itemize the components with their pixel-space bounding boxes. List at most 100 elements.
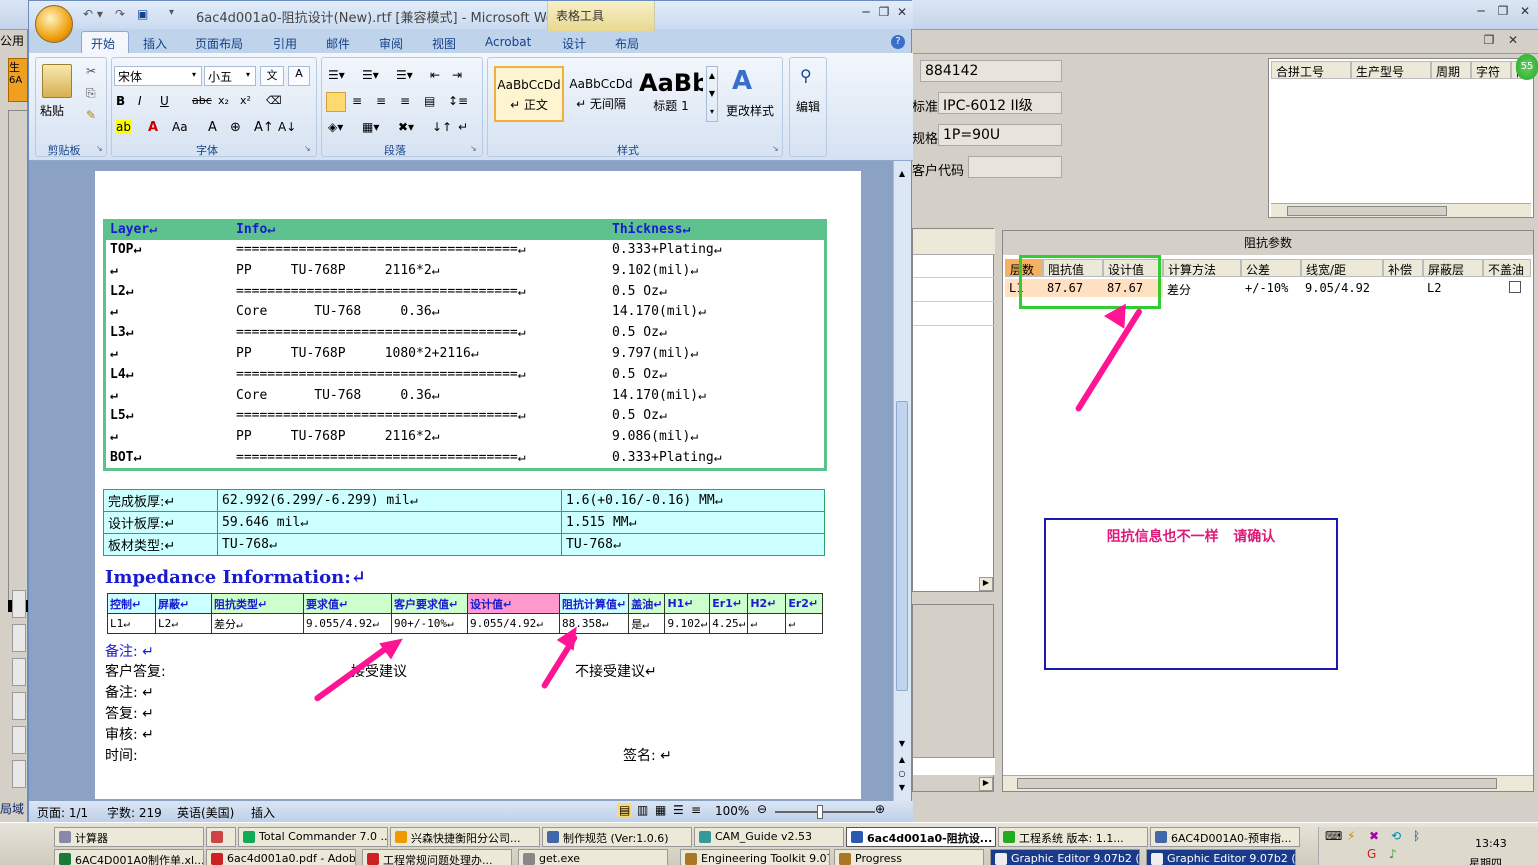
merge-grid-header[interactable]: 生产型号 (1351, 61, 1431, 79)
imp-cell-shield[interactable]: L2 (1423, 279, 1483, 297)
network-icon[interactable]: ⚡ (1347, 829, 1355, 843)
bg-vtab-4[interactable] (12, 692, 26, 720)
font-name-select[interactable]: 宋体 (114, 66, 202, 86)
align-left-icon[interactable] (326, 92, 346, 112)
style-no-spacing[interactable]: AaBbCcDd ↵ 无间隔 (566, 66, 636, 122)
imp-grid-scroll-thumb[interactable] (1017, 778, 1497, 789)
close-icon[interactable]: ✕ (891, 5, 913, 19)
web-layout-icon[interactable]: ▦ (655, 803, 666, 817)
prev-page-icon[interactable]: ▲ (896, 755, 908, 767)
taskbar-item[interactable] (206, 827, 236, 847)
field-customer-code[interactable] (968, 156, 1062, 178)
draft-view-icon[interactable]: ≡ (691, 803, 701, 817)
align-center-icon[interactable]: ≡ (352, 94, 362, 108)
clear-format-icon[interactable]: ⌫ (266, 94, 282, 107)
enclose-char-icon[interactable]: ⊕ (230, 120, 241, 135)
field-order-number[interactable]: 884142 (920, 60, 1062, 82)
tab-insert[interactable]: 插入 (133, 33, 177, 54)
clipboard-launcher-icon[interactable]: ↘ (96, 144, 103, 153)
browse-object-icon[interactable]: ○ (896, 769, 908, 781)
shading-icon[interactable]: ◈▾ (328, 120, 343, 134)
paste-icon[interactable] (42, 64, 72, 98)
taskbar-item[interactable]: Graphic Editor 9.07b2 (... (990, 849, 1140, 865)
status-language[interactable]: 英语(美国) (177, 804, 234, 821)
grow-font-icon[interactable]: A↑ (254, 120, 274, 135)
chinese-layout-icon[interactable]: ✖▾ (398, 120, 414, 134)
taskbar-item[interactable]: 6AC4D001A0制作单.xl... (54, 849, 204, 865)
styles-scroll[interactable]: ▲ ▼ ▾ (706, 66, 718, 122)
security-icon[interactable]: G (1367, 847, 1376, 861)
bluetooth-icon[interactable]: ᛒ (1413, 829, 1420, 843)
next-page-icon[interactable]: ▼ (896, 783, 908, 795)
quick-access-dropdown-icon[interactable]: ▾ (169, 7, 174, 18)
merge-grid-hscroll[interactable] (1271, 203, 1531, 217)
bg-vtab-6[interactable] (12, 760, 26, 788)
imp-col-header[interactable]: 补偿 (1383, 259, 1423, 277)
tab-references[interactable]: 引用 (263, 33, 307, 54)
sort-icon[interactable]: ↓↑ (432, 120, 452, 134)
zoom-slider[interactable] (775, 811, 875, 813)
borders-icon[interactable]: ▦▾ (362, 120, 379, 134)
numbering-icon[interactable]: ☰▾ (362, 68, 379, 82)
tab-table-design[interactable]: 设计 (552, 33, 596, 54)
imp-col-header[interactable]: 计算方法 (1163, 259, 1241, 277)
tab-home[interactable]: 开始 (81, 33, 125, 54)
imp-cell-method[interactable]: 差分 (1163, 279, 1241, 297)
imp-col-header[interactable]: 公差 (1241, 259, 1301, 277)
field-standard[interactable]: IPC-6012 II级 (938, 92, 1062, 114)
sync-icon[interactable]: ⟲ (1391, 829, 1401, 843)
increase-indent-icon[interactable]: ⇥ (452, 68, 462, 82)
bullets-icon[interactable]: ☰▾ (328, 68, 345, 82)
taskbar-item[interactable]: 6ac4d001a0.pdf - Adob... (206, 849, 356, 865)
imp-cell-compensation[interactable] (1383, 279, 1423, 297)
editing-button[interactable]: 编辑 (796, 98, 820, 115)
style-heading-1[interactable]: AaBb 标题 1 (638, 66, 704, 122)
field-spec[interactable]: 1P=90U (938, 124, 1062, 146)
undo-icon[interactable]: ↶ ▾ (83, 7, 103, 21)
status-word-count[interactable]: 字数: 219 (107, 804, 162, 821)
multilevel-list-icon[interactable]: ☰▾ (396, 68, 413, 82)
scroll-right-icon[interactable]: ▶ (979, 577, 993, 591)
paragraph-launcher-icon[interactable]: ↘ (470, 144, 477, 153)
taskbar-item[interactable]: Graphic Editor 9.07b2 (... (1146, 849, 1296, 865)
font-color-icon[interactable]: A (148, 120, 158, 135)
chevron-down-icon[interactable]: ▾ (192, 70, 196, 79)
doc-vscroll-thumb[interactable] (896, 401, 908, 691)
merge-grid-scroll-thumb[interactable] (1287, 206, 1447, 216)
change-case-icon[interactable]: Aa (172, 120, 188, 134)
zoom-level[interactable]: 100% (715, 804, 749, 818)
change-styles-button[interactable]: 更改样式 (726, 102, 774, 119)
tool-icon[interactable]: ✖ (1369, 829, 1379, 843)
taskbar-item[interactable]: 工程常规问题处理办... (362, 849, 512, 865)
tab-view[interactable]: 视图 (422, 33, 466, 54)
italic-icon[interactable]: I (138, 94, 142, 108)
office-button[interactable] (35, 5, 73, 43)
imp-no-cover-checkbox[interactable] (1509, 281, 1521, 293)
scroll-up-icon[interactable]: ▲ (896, 169, 908, 181)
zoom-out-icon[interactable]: ⊖ (757, 802, 767, 816)
chevron-down-icon[interactable]: ▾ (246, 70, 250, 79)
merge-grid-header[interactable]: 周期 (1431, 61, 1471, 79)
justify-icon[interactable]: ≡ (400, 94, 410, 108)
line-spacing-icon[interactable]: ↕≡ (448, 94, 468, 108)
bg-vtab-2[interactable] (12, 624, 26, 652)
taskbar-item[interactable]: Engineering Toolkit 9.07... (680, 849, 830, 865)
scroll-right-icon[interactable]: ▶ (979, 777, 993, 791)
format-painter-icon[interactable]: ✎ (86, 108, 96, 122)
show-marks-icon[interactable]: ↵ (458, 120, 468, 134)
copy-icon[interactable]: ⎘ (86, 86, 96, 101)
tab-mailings[interactable]: 邮件 (316, 33, 360, 54)
zoom-in-icon[interactable]: ⊕ (875, 802, 885, 816)
taskbar-item[interactable]: 制作规范 (Ver:1.0.6) (542, 827, 692, 847)
scroll-down-icon[interactable]: ▼ (896, 739, 908, 751)
paste-button[interactable]: 粘贴 (40, 102, 64, 119)
taskbar-item-active[interactable]: 6ac4d001a0-阻抗设... (846, 827, 996, 847)
phonetic-guide-icon[interactable]: 文 (260, 66, 284, 86)
shrink-font-icon[interactable]: A↓ (278, 120, 296, 134)
redo-icon[interactable]: ↷ (115, 7, 125, 21)
bg-vtab-3[interactable] (12, 658, 26, 686)
close-icon[interactable]: ✕ (1502, 33, 1524, 47)
imp-col-header[interactable]: 不盖油 (1483, 259, 1531, 277)
merge-grid-header[interactable]: 合拼工号 (1271, 61, 1351, 79)
clock-time[interactable]: 13:43 (1475, 837, 1507, 850)
